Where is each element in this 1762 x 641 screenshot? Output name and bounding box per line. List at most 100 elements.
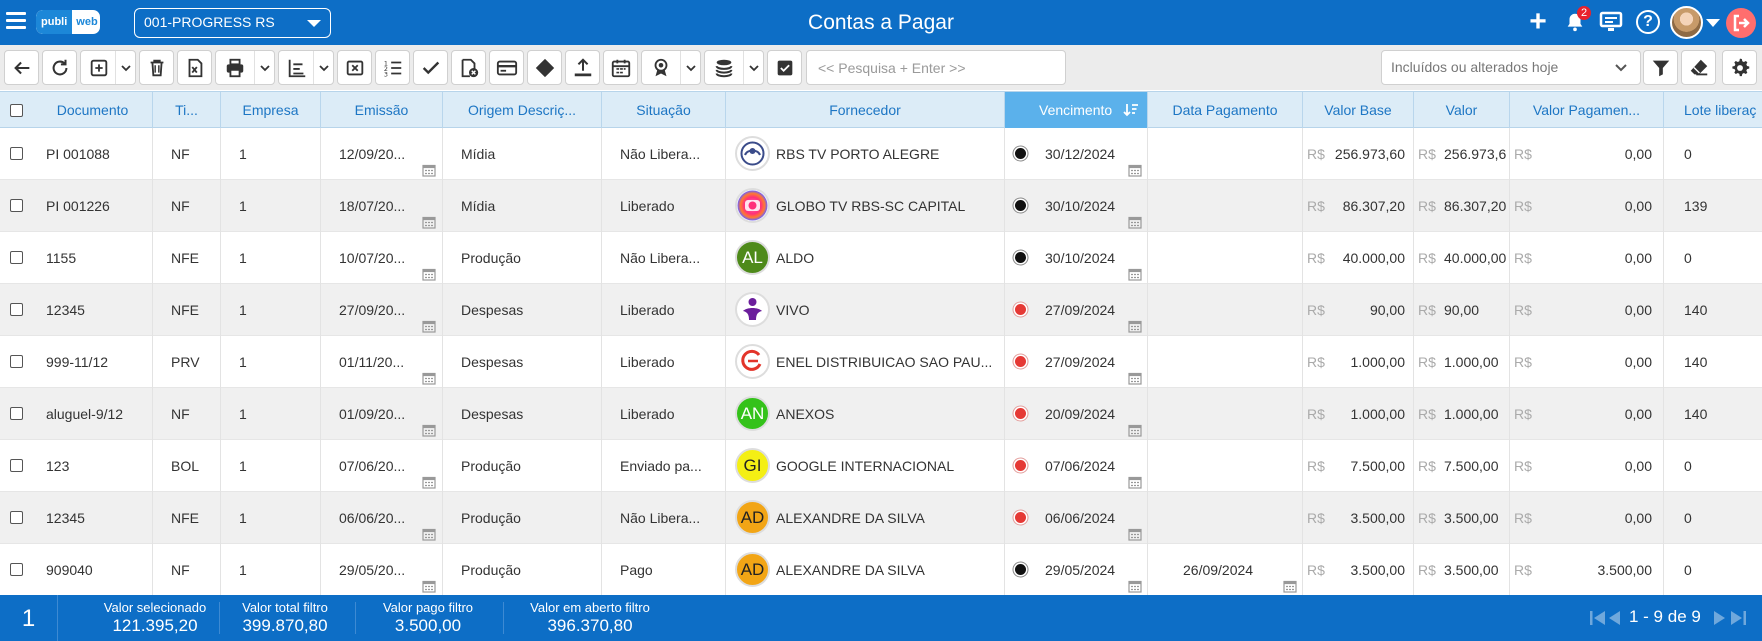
calendar-icon[interactable]	[1128, 406, 1142, 437]
add-dropdown-chevron-icon[interactable]	[115, 51, 135, 84]
column-header-data-pagamento[interactable]: Data Pagamento	[1148, 92, 1303, 128]
upload-button[interactable]	[565, 50, 600, 85]
row-checkbox[interactable]	[10, 303, 23, 316]
previous-page-icon[interactable]	[1607, 608, 1623, 628]
calendar-icon[interactable]	[1128, 354, 1142, 385]
table-row[interactable]: 12345 NFE 1 06/06/20... Produção Não Libera..…	[0, 492, 1762, 544]
column-header-emissao[interactable]: Emissão	[321, 92, 443, 128]
table-row[interactable]: 123 BOL 1 07/06/20... Produção Enviado pa... G…	[0, 440, 1762, 492]
table-row[interactable]: 909040 NF 1 29/05/20... Produção Pago AD ALEXAN…	[0, 544, 1762, 596]
table-row[interactable]: PI 001088 NF 1 12/09/20... Mídia Não Libera..…	[0, 128, 1762, 180]
calendar-button[interactable]	[603, 50, 638, 85]
logout-icon[interactable]	[1726, 8, 1756, 38]
table-row[interactable]: 12345 NFE 1 27/09/20... Despesas Liberado VIVO…	[0, 284, 1762, 336]
column-header-empresa[interactable]: Empresa	[221, 92, 321, 128]
row-checkbox[interactable]	[10, 407, 23, 420]
calendar-icon[interactable]	[1283, 562, 1297, 593]
select-all-checkbox[interactable]	[10, 104, 23, 117]
column-header-valor-pagamento[interactable]: Valor Pagamen...	[1510, 92, 1664, 128]
row-checkbox[interactable]	[10, 199, 23, 212]
currency-symbol: R$	[1307, 302, 1325, 318]
table-row[interactable]: aluguel-9/12 NF 1 01/09/20... Despesas Libera…	[0, 388, 1762, 440]
remove-document-button[interactable]	[451, 50, 486, 85]
calendar-icon[interactable]	[1128, 458, 1142, 489]
print-dropdown-chevron-icon[interactable]	[254, 51, 274, 84]
calendar-icon[interactable]	[422, 406, 436, 437]
add-icon[interactable]: +	[1524, 7, 1552, 37]
table-row[interactable]: 1155 NFE 1 10/07/20... Produção Não Libera...…	[0, 232, 1762, 284]
column-header-situacao[interactable]: Situação	[602, 92, 726, 128]
settings-button[interactable]	[1722, 50, 1757, 85]
publiweb-logo[interactable]: publi web	[36, 10, 100, 34]
award-button[interactable]	[641, 50, 701, 85]
refresh-button[interactable]	[42, 50, 77, 85]
column-header-vencimento[interactable]: Vencimento	[1005, 92, 1148, 128]
export-excel-button[interactable]	[177, 50, 212, 85]
eraser-icon	[1690, 59, 1707, 75]
column-header-valor-base[interactable]: Valor Base	[1303, 92, 1414, 128]
cancel-button[interactable]	[337, 50, 372, 85]
column-header-lote-liberacao[interactable]: Lote liberaç	[1664, 92, 1762, 128]
row-checkbox[interactable]	[10, 511, 23, 524]
calendar-icon[interactable]	[1128, 146, 1142, 177]
help-icon[interactable]: ?	[1634, 8, 1662, 36]
filter-button[interactable]	[1643, 50, 1678, 85]
next-page-icon[interactable]	[1711, 608, 1727, 628]
last-page-icon[interactable]	[1728, 608, 1748, 628]
table-row[interactable]: PI 001226 NF 1 18/07/20... Mídia Liberado GLOB…	[0, 180, 1762, 232]
calendar-icon[interactable]	[1128, 510, 1142, 541]
payment-card-button[interactable]	[489, 50, 524, 85]
calendar-icon[interactable]	[422, 250, 436, 281]
user-menu-caret-icon[interactable]	[1706, 19, 1720, 27]
align-dropdown-chevron-icon[interactable]	[313, 51, 333, 84]
add-button[interactable]	[80, 50, 136, 85]
back-button[interactable]	[4, 50, 39, 85]
calendar-icon[interactable]	[1128, 302, 1142, 333]
calendar-icon[interactable]	[422, 198, 436, 229]
cell-situacao: Não Libera...	[602, 492, 726, 544]
award-dropdown-chevron-icon[interactable]	[680, 51, 700, 84]
approve-button[interactable]	[413, 50, 448, 85]
calendar-icon[interactable]	[1128, 562, 1142, 593]
ordered-list-button[interactable]: 123	[375, 50, 410, 85]
coins-dropdown-chevron-icon[interactable]	[743, 51, 763, 84]
row-checkbox[interactable]	[10, 251, 23, 264]
calendar-icon[interactable]	[422, 510, 436, 541]
column-header-tipo[interactable]: Ti...	[153, 92, 221, 128]
calendar-icon[interactable]	[422, 146, 436, 177]
align-button[interactable]	[278, 50, 334, 85]
row-checkbox[interactable]	[10, 147, 23, 160]
coins-button[interactable]	[704, 50, 764, 85]
select-all-button[interactable]	[767, 50, 802, 85]
print-button[interactable]	[215, 50, 275, 85]
column-header-fornecedor[interactable]: Fornecedor	[726, 92, 1005, 128]
calendar-icon[interactable]	[422, 458, 436, 489]
search-input[interactable]	[806, 50, 1066, 85]
column-header-valor[interactable]: Valor	[1414, 92, 1510, 128]
cell-valor-pagamento: R$ 0,00	[1510, 180, 1664, 232]
pix-button[interactable]	[527, 50, 562, 85]
column-header-documento[interactable]: Documento	[33, 92, 153, 128]
notifications-bell-icon[interactable]: 2	[1561, 6, 1591, 36]
menu-icon[interactable]	[6, 12, 26, 30]
calendar-icon[interactable]	[1128, 250, 1142, 281]
user-avatar[interactable]	[1670, 6, 1703, 39]
company-select[interactable]: 001-PROGRESS RS	[134, 8, 331, 38]
table-row[interactable]: 999-11/12 PRV 1 01/11/20... Despesas Liberado…	[0, 336, 1762, 388]
cell-vencimento-value: 06/06/2024	[1045, 510, 1116, 526]
calendar-icon[interactable]	[422, 354, 436, 385]
column-header-origem[interactable]: Origem Descriç...	[443, 92, 602, 128]
row-checkbox[interactable]	[10, 563, 23, 576]
footer-divider	[355, 602, 356, 634]
row-checkbox[interactable]	[10, 355, 23, 368]
date-filter-select[interactable]: Incluídos ou alterados hoje	[1381, 50, 1641, 85]
clear-filter-button[interactable]	[1681, 50, 1716, 85]
monitor-icon[interactable]	[1597, 8, 1625, 36]
calendar-icon[interactable]	[1128, 198, 1142, 229]
calendar-icon[interactable]	[422, 562, 436, 593]
row-checkbox[interactable]	[10, 459, 23, 472]
notification-count-badge: 2	[1577, 6, 1591, 20]
delete-button[interactable]	[139, 50, 174, 85]
calendar-icon[interactable]	[422, 302, 436, 333]
first-page-icon[interactable]	[1588, 608, 1608, 628]
